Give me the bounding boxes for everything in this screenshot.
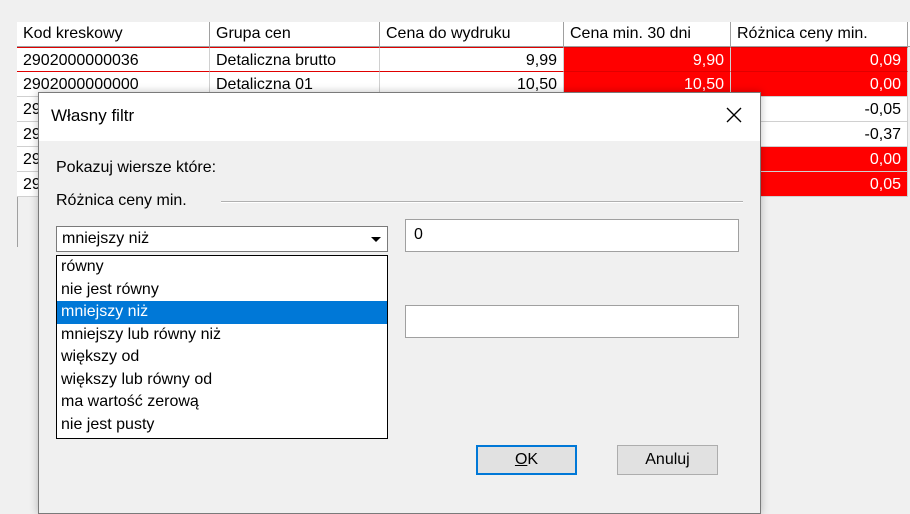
condition-combo-value: mniejszy niż [62,230,150,247]
cell-min-price-diff[interactable]: 0,09 [731,47,908,72]
dropdown-option[interactable]: ma wartość zerową [57,391,387,414]
dropdown-option[interactable]: mniejszy niż [57,301,387,324]
cell-price-group[interactable]: Detaliczna brutto [210,47,380,72]
prompt-label: Pokazuj wiersze które: [56,159,217,176]
column-header-print-price[interactable]: Cena do wydruku [380,22,564,46]
chevron-down-icon[interactable] [367,229,385,249]
cell-min-price-30[interactable]: 9,90 [564,47,731,72]
dialog-title: Własny filtr [51,106,135,125]
condition-dropdown-list: równy nie jest równy mniejszy niż mniejszy … [56,255,388,439]
group-divider [221,201,743,203]
dropdown-option[interactable]: nie jest pusty [57,414,387,437]
field-label: Różnica ceny min. [56,192,187,209]
value-input-1[interactable]: 0 [405,219,739,252]
dropdown-option[interactable]: mniejszy lub równy niż [57,324,387,347]
condition-combo[interactable]: mniejszy niż [56,226,388,252]
cell-barcode[interactable]: 2902000000036 [17,47,210,72]
ok-button-label: OK [514,451,539,468]
row-indicator-column [0,22,18,247]
column-header-barcode[interactable]: Kod kreskowy [17,22,210,46]
custom-filter-dialog: Własny filtr Pokazuj wiersze które: Różn… [38,92,761,514]
table-row[interactable]: 2902000000036 Detaliczna brutto 9,99 9,90 0,… [17,47,910,72]
dropdown-option[interactable]: nie jest równy [57,279,387,302]
cancel-button[interactable]: Anuluj [617,445,718,475]
cell-print-price[interactable]: 9,99 [380,47,564,72]
dropdown-option[interactable]: równy [57,256,387,279]
column-header-min-price-30[interactable]: Cena min. 30 dni [564,22,731,46]
close-icon[interactable] [716,97,752,133]
value-input-2[interactable] [405,305,739,338]
dropdown-option[interactable]: większy lub równy od [57,369,387,392]
column-header-price-group[interactable]: Grupa cen [210,22,380,46]
column-header-min-price-diff[interactable]: Różnica ceny min. [731,22,908,46]
ok-button[interactable]: OK [476,445,577,475]
grid-header: Kod kreskowy Grupa cen Cena do wydruku C… [17,22,910,47]
dialog-titlebar: Własny filtr [39,93,760,141]
dropdown-option[interactable]: większy od [57,346,387,369]
